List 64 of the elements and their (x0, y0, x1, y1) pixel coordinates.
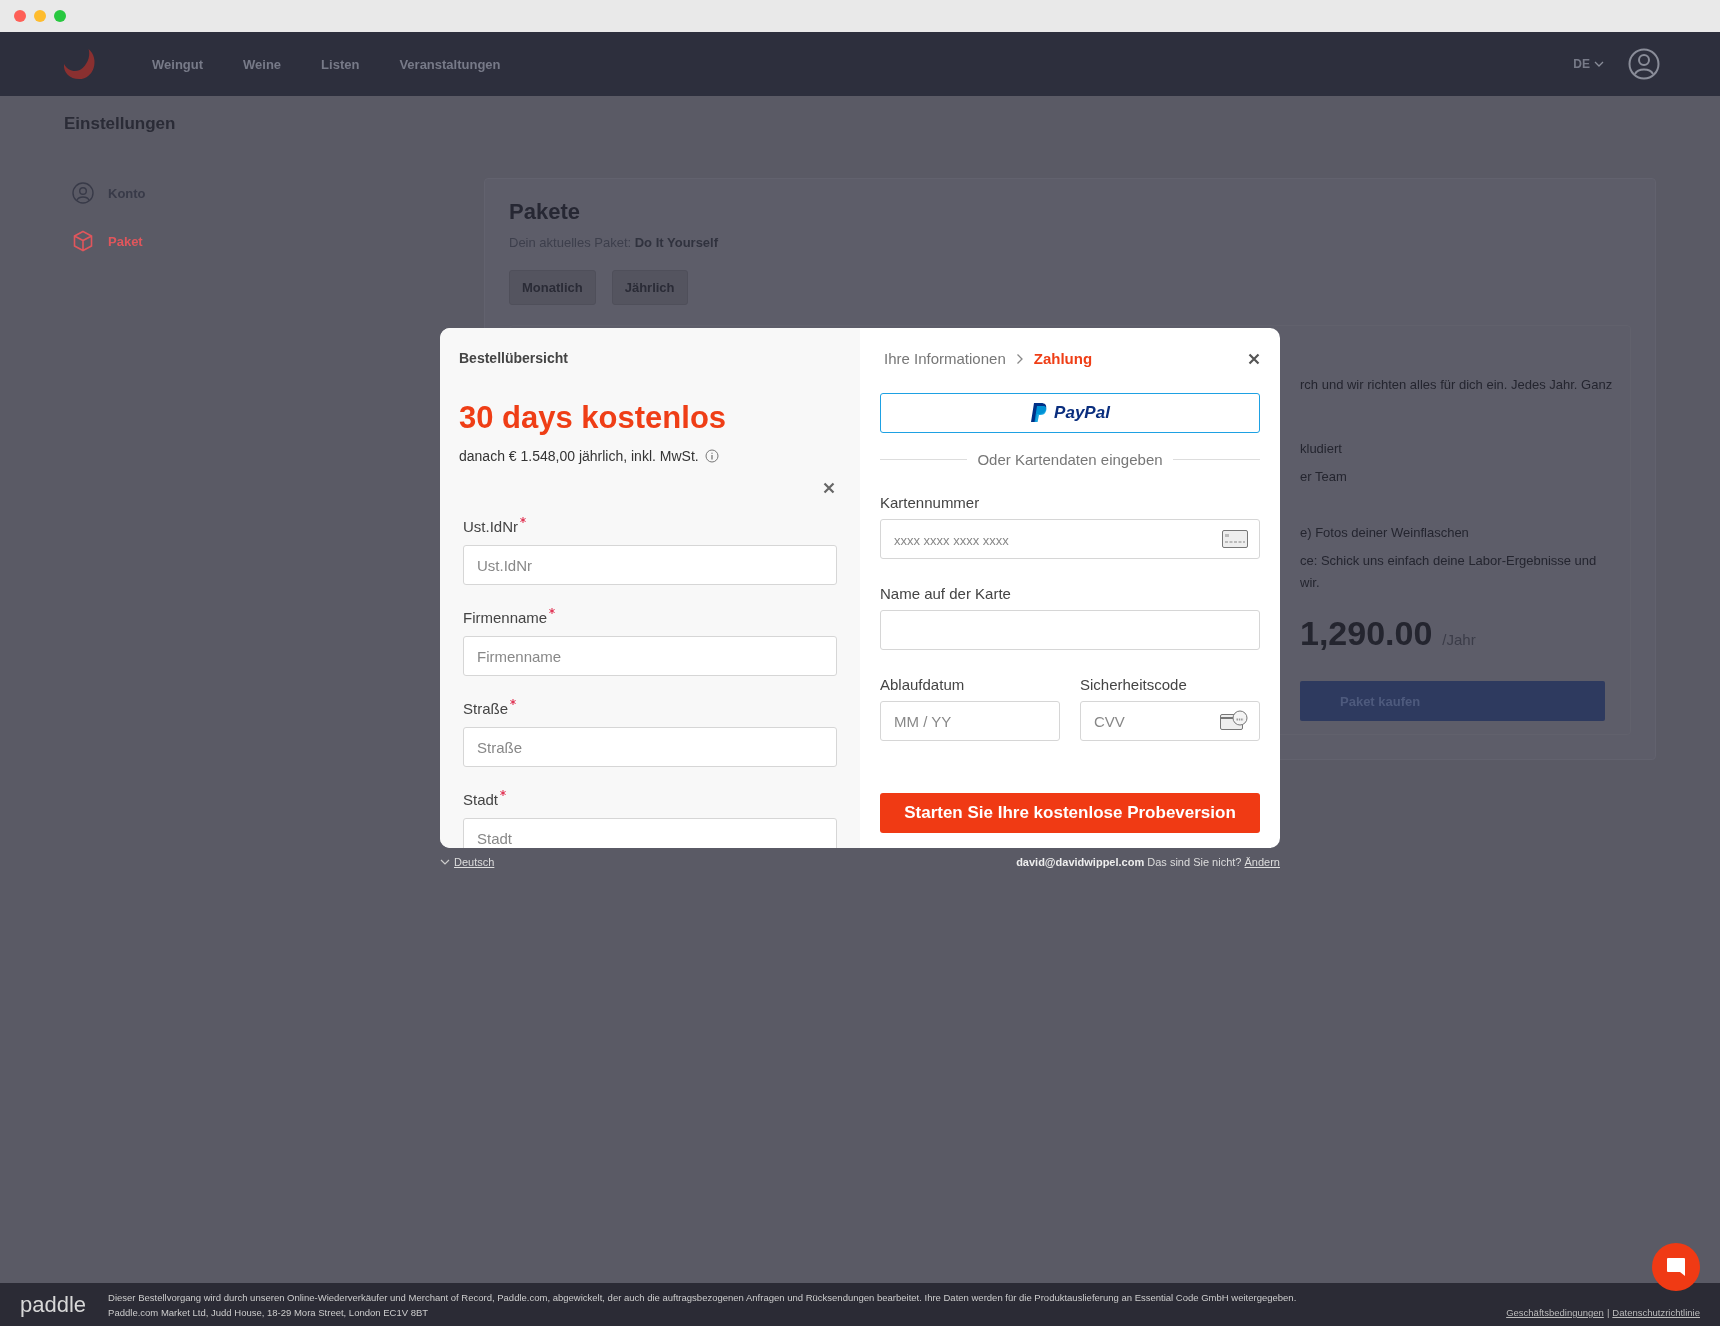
field-label: Kartennummer (880, 494, 981, 511)
text-input-field[interactable]: Stadt (463, 818, 837, 848)
footer-link[interactable]: Geschäftsbedingungen (1506, 1307, 1604, 1318)
nav-link[interactable]: Weine (243, 56, 282, 72)
footer-address: Paddle.com Market Ltd, Judd House, 18-29 Mora Street, London EC1V 8BT (108, 1305, 430, 1320)
field-label: Sicherheitscode (1080, 676, 1188, 693)
plan-text: ce: Schick uns einfach deine Labor-Ergebnisse und (1300, 552, 1598, 570)
close-icon[interactable] (823, 482, 835, 494)
user-icon (72, 182, 94, 204)
field-label: Firmenname (463, 609, 548, 626)
maximize-window-icon[interactable] (54, 10, 66, 22)
plan-text: er Team (1300, 468, 1348, 486)
paypal-button[interactable]: PayPal (880, 393, 1260, 433)
chevron-right-icon (1015, 352, 1024, 365)
credit-card-icon (1222, 530, 1248, 548)
packages-title: Pakete (509, 199, 581, 225)
field-label: Stadt (463, 791, 499, 808)
card-cvv-icon (1220, 710, 1248, 732)
price-note: danach € 1.548,00 jährlich, inkl. MwSt. (459, 448, 699, 464)
chat-bubble-icon (1665, 1256, 1687, 1278)
trial-headline: 30 days kostenlos (459, 400, 728, 436)
plan-text: wir. (1300, 574, 1321, 592)
field-label: Name auf der Karte (880, 585, 1012, 602)
security-code-field[interactable]: CVV (1080, 701, 1260, 741)
footer-text: Dieser Bestellvorgang wird durch unseren Online-Wiederverkäufer und Merchant of Record, Paddle.com, abgewickelt, der auch die auftragsbezogenen Anfragen und Rücksendungen bearbeitet. Ihre Daten werden für die Produktauslieferung an Essential Code GmbH weitergegeben. (108, 1290, 1297, 1305)
field-label: Ablaufdatum (880, 676, 966, 693)
field-label: Straße (463, 700, 508, 717)
card-number-field[interactable]: xxxx xxxx xxxx xxxx (880, 519, 1260, 559)
order-summary-title: Bestellübersicht (459, 350, 569, 366)
plan-price: 1,290.00 (1300, 614, 1433, 653)
close-icon[interactable] (1248, 352, 1260, 365)
divider-text: Oder Kartendaten eingeben (977, 451, 1163, 468)
close-window-icon[interactable] (14, 10, 26, 22)
field-label: Ust.IdNr (463, 518, 518, 535)
nav-link[interactable]: Listen (321, 56, 360, 72)
not-you-text: Das sind Sie nicht? (1147, 856, 1242, 868)
paddle-logo: paddle (20, 1291, 87, 1318)
start-trial-button[interactable]: Starten Sie Ihre kostenlose Probeversion (880, 793, 1260, 833)
plan-text: rch und wir richten alles für dich ein. Jedes Jahr. Ganz (1300, 376, 1614, 394)
chevron-down-icon (440, 859, 450, 865)
plan-text: kludiert (1300, 440, 1343, 458)
user-avatar-icon[interactable] (1628, 48, 1660, 80)
checkout-step[interactable]: Ihre Informationen (884, 350, 1006, 367)
chat-button[interactable] (1652, 1243, 1700, 1291)
footer-link[interactable]: Datenschutzrichtlinie (1612, 1307, 1700, 1318)
sidebar-item[interactable]: Paket (64, 226, 404, 256)
language-link[interactable]: Deutsch (454, 856, 495, 868)
text-input-field[interactable]: Firmenname (463, 636, 837, 676)
expiry-date-field[interactable]: MM / YY (880, 701, 1060, 741)
language-selector[interactable]: DE (1573, 57, 1604, 71)
box-icon (72, 230, 94, 252)
text-input-field[interactable]: Ust.IdNr (463, 545, 837, 585)
paypal-logo-icon (1030, 402, 1049, 424)
link-separator: | (1606, 1307, 1610, 1318)
plan-text: e) Fotos deiner Weinflaschen (1300, 524, 1470, 542)
info-icon[interactable] (704, 449, 719, 463)
cardholder-name-field[interactable] (880, 610, 1260, 650)
change-account-link[interactable]: Ändern (1244, 856, 1280, 868)
nav-link[interactable]: Veranstaltungen (399, 56, 501, 72)
account-email: david@davidwippel.com (1016, 856, 1145, 868)
checkout-step[interactable]: Zahlung (1033, 350, 1093, 367)
chevron-down-icon (1594, 61, 1604, 67)
text-input-field[interactable]: Straße (463, 727, 837, 767)
nav-link[interactable]: Weingut (152, 56, 204, 72)
